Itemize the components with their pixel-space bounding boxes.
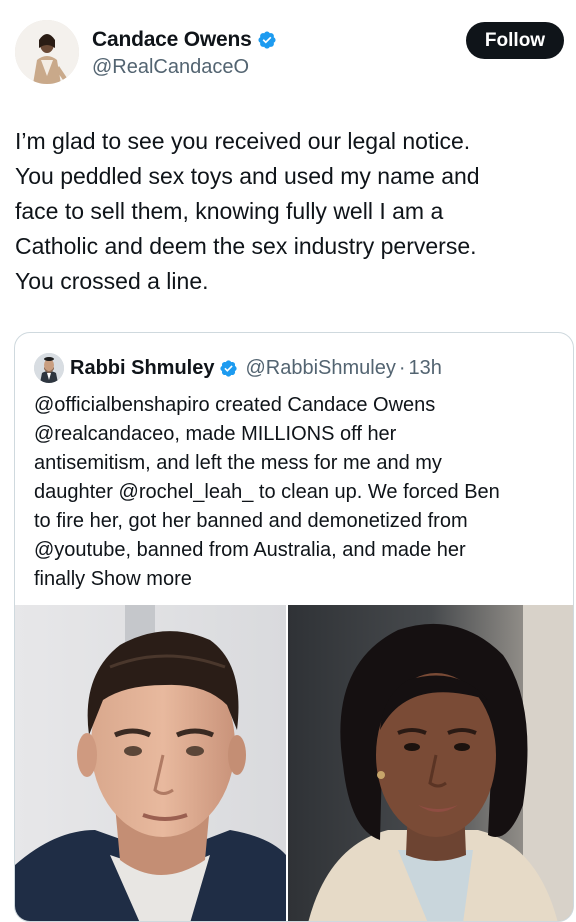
tweet-text-line: You peddled sex toys and used my name an…	[15, 163, 480, 189]
quote-text: @officialbenshapiro created Candace Owen…	[34, 391, 564, 594]
tweet-text-line: I’m glad to see you received our legal n…	[15, 128, 471, 154]
quote-text-line: @youtube, banned from Australia, and mad…	[34, 539, 466, 561]
quoted-tweet-card[interactable]: Rabbi Shmuley @RabbiShmuley · 13h @offic…	[14, 332, 574, 922]
author-avatar-image	[15, 20, 79, 84]
follow-button[interactable]: Follow	[466, 22, 564, 59]
quote-media	[15, 605, 573, 921]
tweet-text: I’m glad to see you received our legal n…	[15, 124, 563, 299]
quote-timestamp[interactable]: 13h	[409, 357, 442, 380]
quote-author-name[interactable]: Rabbi Shmuley	[70, 357, 214, 380]
tweet-text-line: face to sell them, knowing fully well I …	[15, 198, 444, 224]
author-handle[interactable]: @RealCandaceO	[92, 56, 249, 79]
quote-header: Rabbi Shmuley @RabbiShmuley · 13h	[34, 353, 442, 383]
man-portrait-photo[interactable]	[15, 605, 286, 921]
quote-text-prefix: finally	[34, 568, 91, 590]
author-name-row: Candace Owens	[92, 28, 277, 52]
quote-text-line: @officialbenshapiro created Candace Owen…	[34, 394, 436, 416]
woman-portrait-image	[288, 605, 573, 921]
quote-text-line: antisemitism, and left the mess for me a…	[34, 452, 442, 474]
tweet-text-line: Catholic and deem the sex industry perve…	[15, 233, 477, 259]
verified-badge-icon	[220, 359, 238, 377]
quote-author-avatar[interactable]	[34, 353, 64, 383]
verified-badge-icon	[258, 31, 276, 49]
quote-text-line: @realcandaceo, made MILLIONS off her	[34, 423, 397, 445]
quote-separator: ·	[398, 356, 406, 379]
author-display-name[interactable]: Candace Owens	[92, 28, 252, 52]
quote-author-handle[interactable]: @RabbiShmuley	[245, 357, 395, 380]
quote-text-line: to fire her, got her banned and demoneti…	[34, 510, 468, 532]
quote-avatar-image	[34, 353, 64, 383]
quote-text-last-line: finally Show more	[34, 565, 564, 594]
author-avatar[interactable]	[15, 20, 79, 84]
tweet-header: Candace Owens @RealCandaceO Follow	[0, 0, 576, 100]
quote-text-line: daughter @rochel_leah_ to clean up. We f…	[34, 481, 500, 503]
man-portrait-image	[15, 605, 286, 921]
woman-portrait-photo[interactable]	[288, 605, 573, 921]
tweet-text-line: You crossed a line.	[15, 268, 209, 294]
show-more-link[interactable]: Show more	[91, 568, 192, 590]
